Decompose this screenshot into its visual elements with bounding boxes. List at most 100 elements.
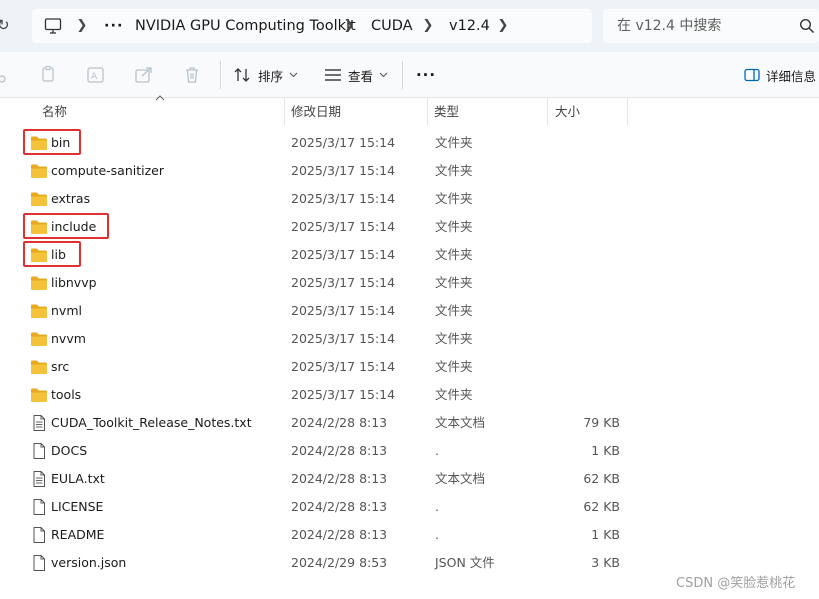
file-modified-date: 2024/2/28 8:13 xyxy=(291,527,388,542)
chevron-down-icon xyxy=(289,72,298,78)
file-row[interactable]: bin 2025/3/17 15:14 文件夹 xyxy=(20,129,620,157)
folder-icon xyxy=(31,360,47,374)
search-icon[interactable] xyxy=(799,18,815,34)
file-row[interactable]: LICENSE 2024/2/28 8:13. 62 KB xyxy=(20,493,620,521)
file-name[interactable]: tools xyxy=(51,381,81,409)
file-name[interactable]: CUDA_Toolkit_Release_Notes.txt xyxy=(51,409,252,437)
file-row[interactable]: version.json 2024/2/29 8:53 JSON 文件 3 KB xyxy=(20,549,620,577)
share-icon[interactable] xyxy=(134,65,154,85)
file-type: 文本文档 xyxy=(435,471,486,486)
file-modified-date: 2025/3/17 15:14 xyxy=(291,163,396,178)
file-name[interactable]: libnvvp xyxy=(51,269,97,297)
text-file-icon xyxy=(33,415,45,431)
file-icon xyxy=(33,555,45,571)
file-row[interactable]: EULA.txt 2024/2/28 8:13 文本文档 62 KB xyxy=(20,465,620,493)
column-header-date[interactable]: 修改日期 xyxy=(285,98,428,125)
file-row[interactable]: tools 2025/3/17 15:14 文件夹 xyxy=(20,381,620,409)
cut-icon[interactable] xyxy=(0,65,10,85)
file-icon xyxy=(33,527,45,543)
file-name[interactable]: EULA.txt xyxy=(51,465,105,493)
file-row[interactable]: lib 2025/3/17 15:14 文件夹 xyxy=(20,241,620,269)
file-type: JSON 文件 xyxy=(435,555,495,570)
file-row[interactable]: include 2025/3/17 15:14 文件夹 xyxy=(20,213,620,241)
breadcrumb-overflow[interactable]: ··· xyxy=(104,9,124,43)
copy-icon[interactable] xyxy=(38,65,58,85)
chevron-right-icon[interactable]: ❯ xyxy=(497,9,509,43)
annotation-highlight-box xyxy=(23,213,109,239)
chevron-right-icon[interactable]: ❯ xyxy=(343,9,355,43)
column-header-name[interactable]: 名称 xyxy=(20,98,285,125)
address-bar[interactable]: ❯ ··· NVIDIA GPU Computing Toolkit ❯ CUD… xyxy=(32,9,592,43)
view-button[interactable]: 查看 xyxy=(324,60,394,90)
file-type: 文件夹 xyxy=(435,219,473,234)
sort-icon xyxy=(234,68,250,82)
file-name[interactable]: nvvm xyxy=(51,325,86,353)
file-name[interactable]: src xyxy=(51,353,69,381)
file-row[interactable]: nvml 2025/3/17 15:14 文件夹 xyxy=(20,297,620,325)
file-row[interactable]: nvvm 2025/3/17 15:14 文件夹 xyxy=(20,325,620,353)
file-row[interactable]: CUDA_Toolkit_Release_Notes.txt 2024/2/28 … xyxy=(20,409,620,437)
file-modified-date: 2024/2/29 8:53 xyxy=(291,555,388,570)
file-row[interactable]: extras 2025/3/17 15:14 文件夹 xyxy=(20,185,620,213)
file-name[interactable]: nvml xyxy=(51,297,82,325)
file-type: 文件夹 xyxy=(435,135,473,150)
file-name[interactable]: compute-sanitizer xyxy=(51,157,164,185)
file-row[interactable]: src 2025/3/17 15:14 文件夹 xyxy=(20,353,620,381)
file-type: . xyxy=(435,443,439,458)
address-row: ↻ ❯ ··· NVIDIA GPU Computing Toolkit ❯ C… xyxy=(0,0,819,52)
file-type: . xyxy=(435,499,439,514)
file-row[interactable]: README 2024/2/28 8:13. 1 KB xyxy=(20,521,620,549)
search-placeholder: 在 v12.4 中搜索 xyxy=(617,18,722,34)
file-icon xyxy=(33,499,45,515)
delete-icon[interactable] xyxy=(182,65,202,85)
file-type: 文件夹 xyxy=(435,387,473,402)
file-name[interactable]: extras xyxy=(51,185,90,213)
chevron-right-icon[interactable]: ❯ xyxy=(76,9,88,43)
this-pc-icon xyxy=(44,18,62,34)
file-modified-date: 2025/3/17 15:14 xyxy=(291,219,396,234)
file-name[interactable]: LICENSE xyxy=(51,493,103,521)
annotation-highlight-box xyxy=(23,129,81,155)
file-type: 文件夹 xyxy=(435,331,473,346)
file-name[interactable]: DOCS xyxy=(51,437,87,465)
folder-icon xyxy=(31,164,47,178)
file-modified-date: 2025/3/17 15:14 xyxy=(291,387,396,402)
file-row[interactable]: DOCS 2024/2/28 8:13. 1 KB xyxy=(20,437,620,465)
chevron-down-icon xyxy=(379,72,388,78)
file-name[interactable]: version.json xyxy=(51,549,126,577)
column-header-size[interactable]: 大小 xyxy=(548,98,628,125)
sort-label: 排序 xyxy=(258,68,284,84)
toolbar-divider xyxy=(402,61,403,89)
column-header-type[interactable]: 类型 xyxy=(428,98,548,125)
folder-icon xyxy=(31,276,47,290)
refresh-icon[interactable]: ↻ xyxy=(0,16,10,36)
file-type: 文件夹 xyxy=(435,303,473,318)
file-size: 3 KB xyxy=(591,555,620,570)
file-modified-date: 2025/3/17 15:14 xyxy=(291,359,396,374)
file-type: . xyxy=(435,527,439,542)
command-bar: A 排序 查看 ··· 详细信息 xyxy=(0,52,819,98)
more-options-button[interactable]: ··· xyxy=(411,60,441,90)
text-file-icon xyxy=(33,471,45,487)
folder-icon xyxy=(31,388,47,402)
details-pane-icon xyxy=(744,68,760,82)
search-box[interactable]: 在 v12.4 中搜索 xyxy=(603,9,819,43)
file-row[interactable]: compute-sanitizer 2025/3/17 15:14 文件夹 xyxy=(20,157,620,185)
file-name[interactable]: README xyxy=(51,521,104,549)
file-row[interactable]: libnvvp 2025/3/17 15:14 文件夹 xyxy=(20,269,620,297)
breadcrumb-v12-4[interactable]: v12.4 xyxy=(449,9,490,43)
rename-icon[interactable]: A xyxy=(86,65,106,85)
view-icon xyxy=(325,69,341,81)
sort-button[interactable]: 排序 xyxy=(234,60,304,90)
toolbar-divider xyxy=(220,61,221,89)
file-modified-date: 2024/2/28 8:13 xyxy=(291,499,388,514)
file-modified-date: 2025/3/17 15:14 xyxy=(291,275,396,290)
file-type: 文件夹 xyxy=(435,163,473,178)
details-label: 详细信息 xyxy=(766,68,817,84)
chevron-right-icon[interactable]: ❯ xyxy=(422,9,434,43)
file-modified-date: 2025/3/17 15:14 xyxy=(291,247,396,262)
details-pane-button[interactable]: 详细信息 xyxy=(744,60,816,90)
breadcrumb-cuda[interactable]: CUDA xyxy=(371,9,413,43)
breadcrumb-nvidia-gpu-computing-toolkit[interactable]: NVIDIA GPU Computing Toolkit xyxy=(135,9,356,43)
annotation-highlight-box xyxy=(23,241,81,267)
